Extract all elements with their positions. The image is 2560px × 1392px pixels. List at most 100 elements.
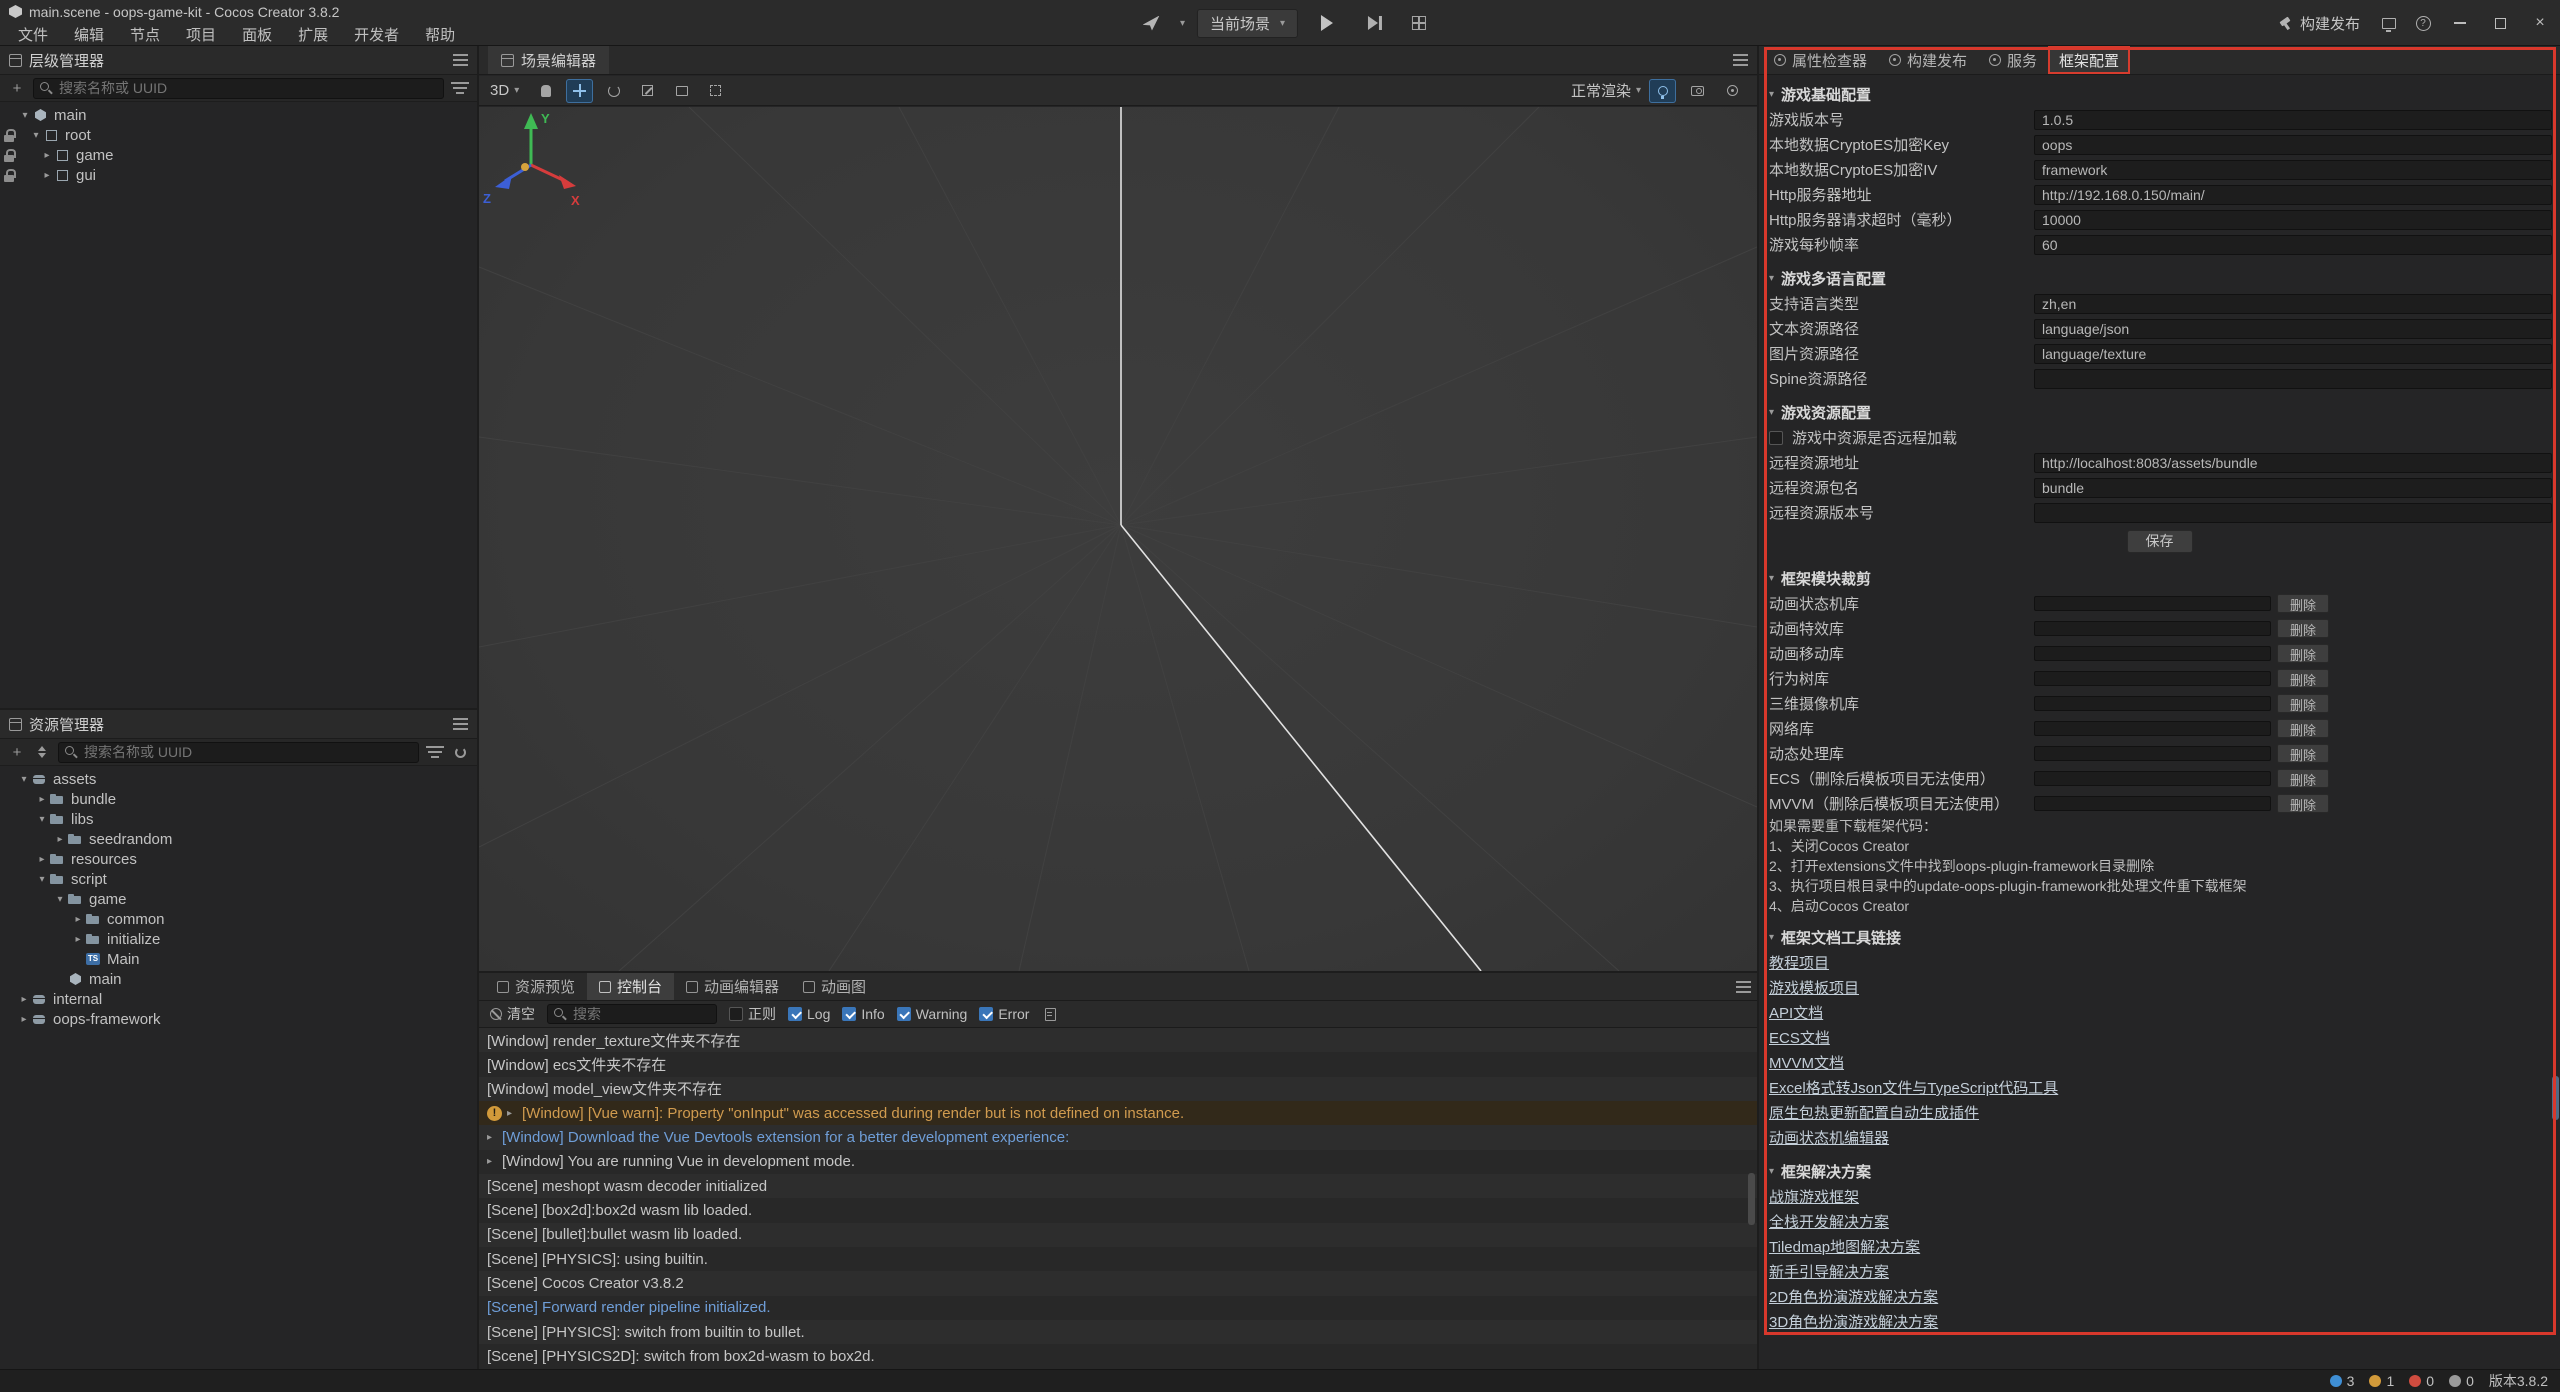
property-input[interactable] [2034, 185, 2552, 205]
expand-arrow-icon[interactable]: ▸ [71, 914, 85, 925]
menu-item[interactable]: 面板 [229, 23, 285, 46]
log-row[interactable]: ! ▸ [Scene] [bullet]:bullet wasm lib loa… [479, 1223, 1757, 1247]
doc-link[interactable]: 新手引导解决方案 [1769, 1261, 1889, 1282]
tree-node[interactable]: ▸ resources [0, 849, 477, 869]
error-checkbox[interactable] [979, 1007, 993, 1021]
assets-refresh-button[interactable] [451, 743, 469, 761]
dimension-toggle-button[interactable]: 3D ▾ [490, 82, 519, 99]
module-delete-button[interactable]: 删除 [2277, 669, 2329, 688]
lock-icon[interactable] [4, 169, 14, 182]
rotate-tool-button[interactable] [600, 79, 627, 103]
maximize-button[interactable] [2480, 0, 2520, 46]
log-row[interactable]: ! ▸ [Window] ecs文件夹不存在 [479, 1052, 1757, 1076]
expand-arrow-icon[interactable]: ▸ [40, 170, 54, 181]
module-delete-button[interactable]: 删除 [2277, 644, 2329, 663]
tab-console[interactable]: 控制台 [587, 973, 674, 1000]
module-delete-button[interactable]: 删除 [2277, 719, 2329, 738]
assets-filter-button[interactable] [426, 743, 444, 761]
filter-error-toggle[interactable]: Error [979, 1006, 1029, 1022]
expand-arrow-icon[interactable]: ▸ [487, 1156, 502, 1167]
tree-node[interactable]: ▾ assets [0, 769, 477, 789]
render-mode-dropdown[interactable]: 正常渲染 ▾ [1571, 80, 1641, 101]
property-input[interactable] [2034, 135, 2552, 155]
log-row[interactable]: ! ▸ [Scene] Cocos Creator v3.8.2 [479, 1271, 1757, 1295]
section-i18n-config[interactable]: ▾ 游戏多语言配置 [1759, 265, 2560, 291]
log-row[interactable]: ! ▸ [Window] [Vue warn]: Property "onInp… [479, 1101, 1757, 1125]
rect-tool-button[interactable] [668, 79, 695, 103]
log-row[interactable]: ! ▸ [Scene] [PHYSICS2D]: switch from box… [479, 1344, 1757, 1368]
log-row[interactable]: ! ▸ [Scene] [PHYSICS]: switch from built… [479, 1320, 1757, 1344]
doc-link[interactable]: 原生包热更新配置自动生成插件 [1769, 1102, 1979, 1123]
tree-node[interactable]: main [0, 969, 477, 989]
export-log-button[interactable] [1041, 1005, 1059, 1023]
menu-item[interactable]: 项目 [173, 23, 229, 46]
menu-item[interactable]: 文件 [5, 23, 61, 46]
log-row[interactable]: ! ▸ [Window] Download the Vue Devtools e… [479, 1125, 1757, 1149]
regex-toggle[interactable]: 正则 [729, 1004, 776, 1024]
add-node-button[interactable]: + [8, 79, 26, 97]
doc-link[interactable]: 战旗游戏框架 [1769, 1186, 1859, 1207]
section-doc-links[interactable]: ▾ 框架文档工具链接 [1759, 924, 2560, 950]
log-row[interactable]: ! ▸ [Scene] [box2d]:box2d wasm lib loade… [479, 1198, 1757, 1222]
remote-load-checkbox[interactable] [1769, 431, 1783, 445]
filter-log-toggle[interactable]: Log [788, 1006, 830, 1022]
property-input[interactable] [2034, 503, 2552, 523]
preview-platform-button[interactable] [1134, 0, 1168, 46]
log-row[interactable]: ! ▸ [Scene] Forward render pipeline init… [479, 1296, 1757, 1320]
property-input[interactable] [2034, 369, 2552, 389]
tree-node[interactable]: ▸ oops-framework [0, 1009, 477, 1029]
assets-menu-icon[interactable] [453, 723, 468, 725]
tab-property-inspector[interactable]: 属性检查器 [1763, 46, 1878, 74]
expand-arrow-icon[interactable]: ▸ [35, 854, 49, 865]
hierarchy-menu-icon[interactable] [453, 59, 468, 61]
log-checkbox[interactable] [788, 1007, 802, 1021]
orientation-gizmo[interactable]: Y X Z [479, 107, 589, 217]
help-button[interactable] [2406, 0, 2440, 46]
expand-arrow-icon[interactable]: ▸ [17, 994, 31, 1005]
tree-node[interactable]: ▸ seedrandom [0, 829, 477, 849]
property-input[interactable] [2034, 210, 2552, 230]
doc-link[interactable]: 动画状态机编辑器 [1769, 1127, 1889, 1148]
hierarchy-filter-button[interactable] [451, 79, 469, 97]
tree-node[interactable]: ▸ initialize [0, 929, 477, 949]
module-delete-button[interactable]: 删除 [2277, 594, 2329, 613]
menu-item[interactable]: 节点 [117, 23, 173, 46]
log-row[interactable]: ! ▸ [Scene] meshopt wasm decoder initial… [479, 1174, 1757, 1198]
lock-icon[interactable] [4, 129, 14, 142]
menu-item[interactable]: 编辑 [61, 23, 117, 46]
property-input[interactable] [2034, 235, 2552, 255]
console-scrollbar[interactable] [1748, 1173, 1755, 1225]
property-input[interactable] [2034, 294, 2552, 314]
expand-arrow-icon[interactable]: ▸ [71, 934, 85, 945]
hierarchy-search-input[interactable] [33, 78, 444, 99]
property-input[interactable] [2034, 478, 2552, 498]
console-menu-icon[interactable] [1736, 986, 1751, 988]
tab-build-publish[interactable]: 构建发布 [1878, 46, 1978, 74]
module-delete-button[interactable]: 删除 [2277, 794, 2329, 813]
doc-link[interactable]: MVVM文档 [1769, 1052, 1844, 1073]
property-input[interactable] [2034, 319, 2552, 339]
expand-arrow-icon[interactable]: ▸ [487, 1132, 502, 1143]
doc-link[interactable]: Excel格式转Json文件与TypeScript代码工具 [1769, 1077, 2058, 1098]
layout-grid-button[interactable] [1412, 16, 1426, 30]
log-row[interactable]: ! ▸ [Window] model_view文件夹不存在 [479, 1077, 1757, 1101]
error-count[interactable]: 0 [2409, 1373, 2434, 1389]
expand-arrow-icon[interactable]: ▸ [35, 794, 49, 805]
tree-node[interactable]: ▾ main [0, 105, 477, 125]
expand-arrow-icon[interactable]: ▾ [18, 110, 32, 121]
tab-scene-editor[interactable]: 场景编辑器 [488, 46, 609, 74]
expand-arrow-icon[interactable]: ▾ [17, 774, 31, 785]
sort-assets-button[interactable] [33, 743, 51, 761]
expand-arrow-icon[interactable]: ▾ [35, 874, 49, 885]
property-input[interactable] [2034, 110, 2552, 130]
doc-link[interactable]: ECS文档 [1769, 1027, 1830, 1048]
scene-viewport[interactable]: Y X Z [479, 107, 1757, 971]
build-publish-button[interactable]: 构建发布 [2266, 13, 2372, 34]
module-delete-button[interactable]: 删除 [2277, 619, 2329, 638]
warning-count[interactable]: 1 [2369, 1373, 2394, 1389]
tree-node[interactable]: ▸ internal [0, 989, 477, 1009]
tree-node[interactable]: ▸ game [0, 145, 477, 165]
filter-warning-toggle[interactable]: Warning [897, 1006, 968, 1022]
regex-checkbox[interactable] [729, 1007, 743, 1021]
scene-menu-icon[interactable] [1733, 59, 1748, 61]
